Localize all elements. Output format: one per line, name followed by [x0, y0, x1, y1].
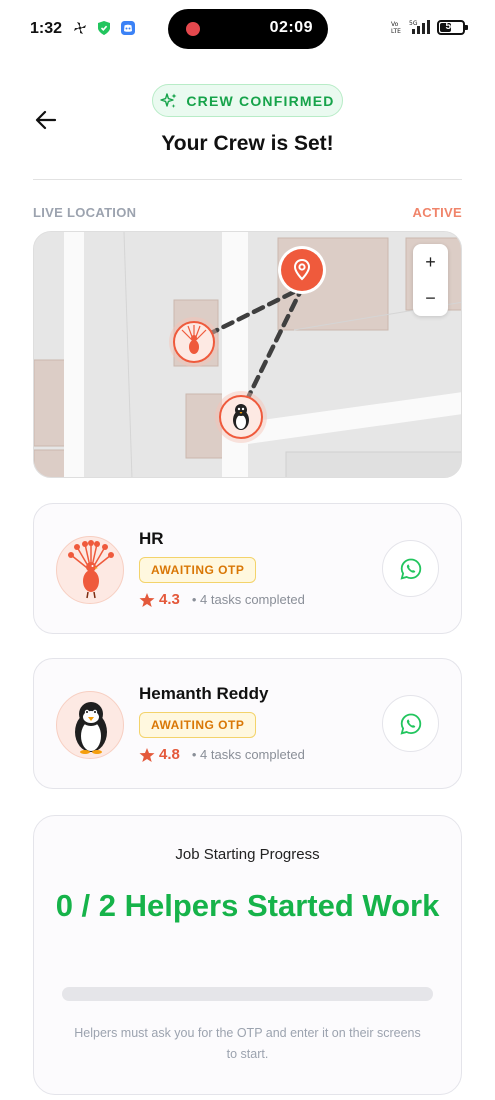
whatsapp-button[interactable] [382, 540, 439, 597]
page-title: Your Crew is Set! [161, 132, 334, 155]
job-progress-card: Job Starting Progress 0 / 2 Helpers Star… [33, 815, 462, 1095]
zoom-in-button[interactable]: + [413, 244, 448, 280]
helper-status-badge: AWAITING OTP [139, 557, 257, 583]
helper-rating: 4.8 • 4 tasks completed [139, 746, 305, 763]
progress-bar [62, 987, 433, 1001]
svg-text:Vo: Vo [391, 21, 399, 28]
screen-recording-pill[interactable]: 02:09 [168, 9, 328, 49]
helper-rating-value: 4.3 [159, 591, 180, 608]
peacock-icon [56, 536, 124, 604]
helper-card[interactable]: Hemanth Reddy AWAITING OTP 4.8 • 4 tasks… [33, 658, 462, 789]
penguin-icon [56, 691, 124, 759]
helper-tasks-completed: • 4 tasks completed [191, 592, 305, 607]
star-icon [139, 592, 155, 607]
zoom-out-button[interactable]: − [413, 280, 448, 316]
progress-note: Helpers must ask you for the OTP and ent… [74, 1026, 421, 1061]
battery-icon: 55 [437, 19, 468, 35]
svg-text:5G: 5G [409, 20, 418, 27]
star-icon [139, 747, 155, 762]
shield-icon [98, 21, 110, 35]
helper-status-badge: AWAITING OTP [139, 712, 257, 738]
header-divider [33, 179, 462, 180]
arrow-left-icon [35, 110, 57, 130]
crew-confirmed-label: CREW CONFIRMED [186, 92, 335, 109]
map-zoom-controls: + − [413, 244, 448, 316]
helper-tasks-completed: • 4 tasks completed [191, 747, 305, 762]
location-status-label: ACTIVE [412, 205, 462, 220]
volte-icon: VoLTE [391, 21, 401, 35]
progress-title: Job Starting Progress [175, 846, 320, 863]
status-time: 1:32 [30, 20, 63, 37]
discord-icon [121, 21, 135, 35]
crew-confirmed-badge: CREW CONFIRMED [152, 84, 343, 117]
recording-timer: 02:09 [269, 19, 313, 36]
live-location-label: LIVE LOCATION [33, 205, 137, 220]
progress-headline: 0 / 2 Helpers Started Work [55, 888, 440, 923]
signal-icon: 5G [409, 20, 430, 34]
destination-pin-marker[interactable] [277, 245, 327, 295]
live-map[interactable]: + − [33, 231, 462, 478]
helper-card[interactable]: HR AWAITING OTP 4.3 • 4 tasks completed [33, 503, 462, 634]
svg-text:LTE: LTE [391, 28, 401, 35]
helper-rating-value: 4.8 [159, 746, 180, 763]
recording-dot-icon [186, 22, 200, 36]
map-marker-hemanth[interactable] [214, 390, 268, 444]
fan-icon [74, 22, 86, 34]
whatsapp-icon [400, 558, 421, 580]
whatsapp-icon [400, 713, 421, 735]
map-marker-hr[interactable] [168, 316, 220, 368]
whatsapp-button[interactable] [382, 695, 439, 752]
status-bar: 1:32 02:09 Vo LTE 5G 55 [0, 0, 495, 58]
helper-name: Hemanth Reddy [139, 684, 269, 703]
battery-level: 55 [445, 20, 457, 32]
status-system-icons: Vo LTE 5G 55 [391, 19, 468, 35]
helper-name: HR [139, 529, 164, 548]
status-notification-icons [72, 20, 136, 36]
helper-rating: 4.3 • 4 tasks completed [139, 591, 305, 608]
sparkles-icon [160, 92, 177, 108]
